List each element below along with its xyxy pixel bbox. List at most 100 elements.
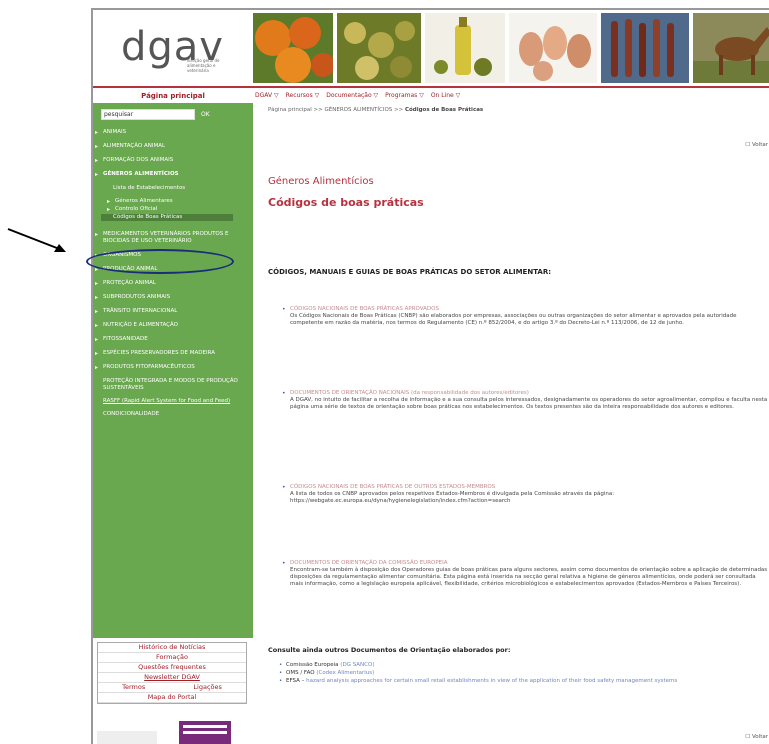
main-content: Página principal >> GÉNEROS ALIMENTÍCIOS…: [268, 106, 768, 740]
sidebar: OK ▸ ANIMAIS ▸ ALIMENTAÇÃO ANIMAL ▸ FORMAÇÃO …: [93, 103, 253, 638]
sidebar-item[interactable]: ▸ GÉNEROS ALIMENTÍCIOS: [93, 171, 253, 178]
header-divider: [93, 86, 769, 88]
sidebar-item[interactable]: ▸ ALIMENTAÇÃO ANIMAL: [93, 143, 253, 150]
consult-link[interactable]: (Codex Alimentarius): [316, 670, 374, 676]
sidebar-item[interactable]: ▸ NUTRIÇÃO E ALIMENTAÇÃO: [93, 322, 253, 329]
sidebar-item-label: CONDICIONALIDADE: [103, 411, 160, 417]
sidebar-item-label: ALIMENTAÇÃO ANIMAL: [103, 143, 166, 149]
menu-arrow-icon: ▸: [95, 171, 99, 178]
topnav-dgav[interactable]: DGAV ▽: [255, 90, 279, 102]
top-menu: DGAV ▽ Recursos ▽ Documentação ▽ Program…: [255, 90, 460, 102]
codes-heading: CÓDIGOS, MANUAIS E GUIAS DE BOAS PRÁTICA…: [268, 268, 552, 276]
sidebar-item[interactable]: ▸ ANIMAIS: [93, 129, 253, 136]
topnav-recursos[interactable]: Recursos ▽: [286, 90, 320, 102]
menu-arrow-icon: ▸: [95, 322, 99, 329]
annotation-highlight-oval: [86, 249, 234, 274]
header-photo-strip: [253, 13, 769, 83]
sidebar-item-label: GÉNEROS ALIMENTÍCIOS: [103, 171, 179, 177]
top-navigation-bar: Página principal DGAV ▽ Recursos ▽ Docum…: [93, 90, 769, 102]
site-header: dgav direção geral de alimentação e vete…: [93, 10, 769, 86]
voltar-bottom-button[interactable]: ☐ Voltar: [745, 734, 768, 740]
annotation-arrow-icon: [7, 228, 66, 252]
training-link[interactable]: Formação: [98, 653, 246, 663]
links-link[interactable]: Ligações: [193, 683, 221, 692]
search-row: OK: [101, 109, 210, 120]
topnav-online[interactable]: On Line ▽: [431, 90, 460, 102]
sidebar-item[interactable]: ▸ Géneros Alimentares: [93, 198, 253, 205]
sidebar-item-label: MEDICAMENTOS VETERINÁRIOS PRODUTOS E BIO…: [103, 231, 229, 244]
sidebar-item-label: FORMAÇÃO DOS ANIMAIS: [103, 157, 174, 163]
topnav-programas[interactable]: Programas ▽: [385, 90, 424, 102]
sidebar-item-label: NUTRIÇÃO E ALIMENTAÇÃO: [103, 322, 178, 328]
breadcrumb: Página principal >> GÉNEROS ALIMENTÍCIOS…: [268, 107, 484, 113]
sidebar-item-label: RASFF (Rapid Alert System for Food and F…: [103, 398, 231, 404]
menu-arrow-icon: ▸: [107, 198, 111, 205]
item-eu-guidance: • DOCUMENTOS DE ORIENTAÇÃO DA COMISSÃO E…: [282, 560, 768, 587]
sidebar-item-label: Controlo Oficial: [115, 206, 158, 212]
sidebar-item-label: PROTEÇÃO INTEGRADA E MODOS DE PRODUÇÃO S…: [103, 378, 238, 391]
breadcrumb-home[interactable]: Página principal: [268, 107, 312, 113]
sidebar-item[interactable]: Códigos de Boas Práticas: [101, 214, 233, 221]
sidebar-item-label: SUBPRODUTOS ANIMAIS: [103, 294, 171, 300]
olive-oil-photo: [425, 13, 505, 83]
menu-arrow-icon: ▸: [95, 364, 99, 371]
newsletter-link[interactable]: Newsletter DGAV: [98, 673, 246, 683]
breadcrumb-generos[interactable]: GÉNEROS ALIMENTÍCIOS: [325, 107, 393, 113]
sidebar-item[interactable]: RASFF (Rapid Alert System for Food and F…: [93, 398, 253, 405]
horse-photo: [693, 13, 769, 83]
consult-link[interactable]: (DG SANCO): [340, 662, 374, 668]
sidebar-item-label: ESPÉCIES PRESERVADORES DE MADEIRA: [103, 350, 215, 356]
sidebar-item[interactable]: ▸ PROTEÇÃO ANIMAL: [93, 280, 253, 287]
dgav-logo[interactable]: dgav direção geral de alimentação e vete…: [121, 24, 231, 74]
home-link[interactable]: Página principal: [93, 90, 253, 102]
menu-arrow-icon: ▸: [107, 206, 111, 213]
sidebar-item[interactable]: ▸ SUBPRODUTOS ANIMAIS: [93, 294, 253, 301]
search-input[interactable]: [101, 109, 195, 120]
sidebar-item[interactable]: ▸ FORMAÇÃO DOS ANIMAIS: [93, 157, 253, 164]
bottom-menu: Histórico de Notícias Formação Questões …: [97, 642, 247, 704]
menu-arrow-icon: ▸: [95, 231, 99, 238]
sidebar-item[interactable]: ▸ MEDICAMENTOS VETERINÁRIOS PRODUTOS E BI…: [93, 231, 253, 245]
item-title-link[interactable]: CÓDIGOS NACIONAIS DE BOAS PRÁTICAS DE OU…: [290, 484, 768, 491]
voltar-top-button[interactable]: ☐ Voltar: [745, 142, 768, 148]
menu-arrow-icon: ▸: [95, 280, 99, 287]
menu-arrow-icon: ▸: [95, 294, 99, 301]
item-title-link[interactable]: CÓDIGOS NACIONAIS DE BOAS PRÁTICAS APROV…: [290, 306, 768, 313]
consult-heading: Consulte ainda outros Documentos de Orie…: [268, 646, 511, 654]
consult-item-ec: • Comissão Europeia (DG SANCO): [279, 662, 375, 668]
item-title-link[interactable]: DOCUMENTOS DE ORIENTAÇÃO NACIONAIS (da r…: [290, 390, 768, 397]
sausages-photo: [601, 13, 689, 83]
sidebar-item[interactable]: CONDICIONALIDADE: [93, 411, 253, 418]
sidebar-item[interactable]: ▸ PRODUTOS FITOFARMACÊUTICOS: [93, 364, 253, 371]
sidebar-item[interactable]: ▸ ESPÉCIES PRESERVADORES DE MADEIRA: [93, 350, 253, 357]
sidebar-item[interactable]: PROTEÇÃO INTEGRADA E MODOS DE PRODUÇÃO S…: [93, 378, 253, 392]
consult-item-oms: • OMS / FAO (Codex Alimentarius): [279, 670, 375, 676]
section-title: Géneros Alimentícios: [268, 176, 374, 187]
sidebar-item-label: Códigos de Boas Práticas: [113, 214, 183, 220]
sidebar-item-label: PROTEÇÃO ANIMAL: [103, 280, 156, 286]
sitemap-link[interactable]: Mapa do Portal: [98, 693, 246, 703]
terms-links-row: Termos Ligações: [98, 683, 246, 693]
menu-arrow-icon: ▸: [95, 350, 99, 357]
faq-link[interactable]: Questões frequentes: [98, 663, 246, 673]
eggs-photo: [509, 13, 597, 83]
sidebar-item[interactable]: ▸ Controlo Oficial: [93, 206, 253, 213]
sidebar-item[interactable]: ▸ TRÂNSITO INTERNACIONAL: [93, 308, 253, 315]
hops-photo: [337, 13, 421, 83]
sidebar-item-label: TRÂNSITO INTERNACIONAL: [103, 308, 178, 314]
search-ok-button[interactable]: OK: [201, 109, 210, 120]
item-national-guidance: • DOCUMENTOS DE ORIENTAÇÃO NACIONAIS (da…: [282, 390, 768, 410]
sidebar-item[interactable]: Lista de Estabelecimentos: [93, 185, 253, 192]
menu-arrow-icon: ▸: [95, 157, 99, 164]
sidebar-item[interactable]: ▸ FITOSSANIDADE: [93, 336, 253, 343]
news-history-link[interactable]: Histórico de Notícias: [98, 643, 246, 653]
topnav-documentacao[interactable]: Documentação ▽: [326, 90, 378, 102]
consult-item-efsa: • EFSA – hazard analysis approaches for c…: [279, 678, 678, 684]
breadcrumb-current: Códigos de Boas Práticas: [404, 107, 484, 113]
menu-arrow-icon: ▸: [95, 129, 99, 136]
terms-link[interactable]: Termos: [122, 683, 145, 692]
sidebar-menu: ▸ ANIMAIS ▸ ALIMENTAÇÃO ANIMAL ▸ FORMAÇÃO DOS…: [93, 129, 253, 424]
item-title-link[interactable]: DOCUMENTOS DE ORIENTAÇÃO DA COMISSÃO EUR…: [290, 560, 768, 567]
menu-arrow-icon: ▸: [95, 143, 99, 150]
consult-link[interactable]: hazard analysis approaches for certain s…: [306, 678, 677, 684]
